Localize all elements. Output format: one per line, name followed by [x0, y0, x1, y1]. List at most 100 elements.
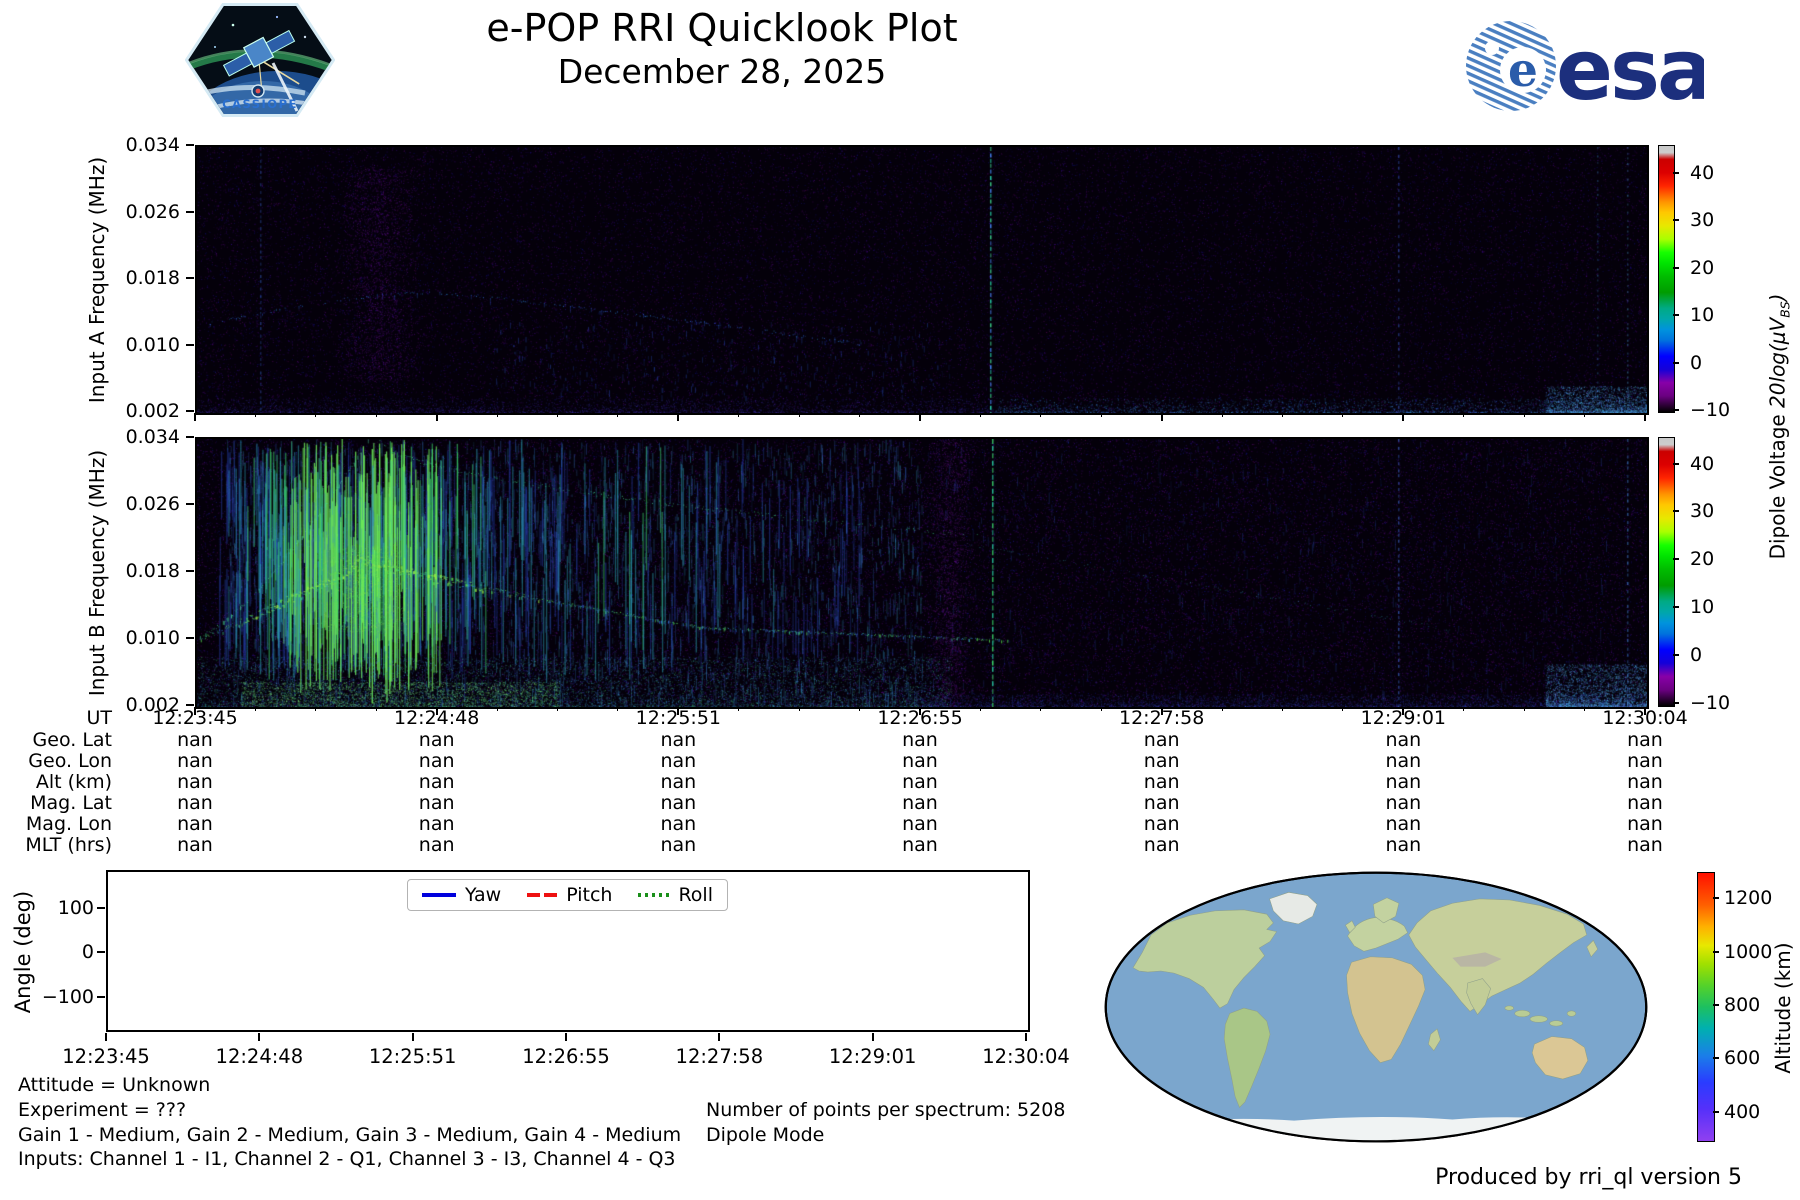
page-title: e-POP RRI Quicklook Plot: [486, 6, 958, 50]
freq-tick-label: 0.018: [125, 267, 180, 289]
ephemeris-row-label: UT: [86, 707, 112, 729]
dipole-colorbar-label: Dipole Voltage 20log(μVBS): [1765, 293, 1793, 560]
cbar-a-tick: [1673, 266, 1679, 269]
altitude-colorbar: [1697, 872, 1715, 1142]
ephemeris-row-label: Geo. Lat: [32, 729, 112, 751]
dashed-line-icon: [527, 893, 558, 897]
cbar-a-tick: [1673, 409, 1679, 411]
time-minor-tick: [557, 707, 558, 711]
time-major-tick: [435, 413, 438, 421]
cbar-a-tick-label: −10: [1690, 399, 1731, 421]
freq-tick: [186, 436, 194, 438]
ephemeris-nan-value: nan: [1143, 834, 1180, 856]
angle-xtick: [411, 1033, 414, 1041]
time-minor-tick: [1523, 413, 1525, 417]
cbar-a-tick-label: 0: [1690, 351, 1703, 374]
ephemeris-nan-value: nan: [1143, 792, 1180, 814]
angle-ytick: [97, 996, 105, 998]
cbar-b-tick-label: 10: [1690, 596, 1715, 619]
svg-text:e: e: [1508, 43, 1538, 98]
time-minor-tick: [617, 413, 619, 417]
altitude-tick: [1713, 897, 1719, 899]
freq-tick: [186, 343, 194, 346]
time-minor-tick: [798, 707, 800, 711]
freq-tick: [186, 704, 194, 706]
angle-ytick-label: 100: [57, 897, 94, 919]
ephemeris-nan-value: nan: [660, 813, 697, 835]
cbar-b-tick: [1673, 462, 1679, 465]
freq-tick-label: 0.010: [125, 333, 180, 356]
cbar-a-tick-label: 10: [1690, 304, 1715, 327]
ephemeris-nan-value: nan: [660, 729, 697, 751]
ephemeris-time-value: 12:29:01: [1360, 707, 1446, 729]
gains-text: Gain 1 - Medium, Gain 2 - Medium, Gain 3…: [18, 1124, 682, 1146]
time-major-tick: [677, 413, 680, 421]
ephemeris-nan-value: nan: [1627, 813, 1663, 835]
cbar-b-tick-label: 0: [1690, 644, 1703, 667]
freq-tick: [186, 637, 194, 639]
cbar-b-tick: [1673, 510, 1679, 513]
angle-xtick-label: 12:24:48: [215, 1045, 304, 1068]
legend-item-yaw: Yaw: [422, 884, 501, 906]
freq-tick-label: 0.026: [125, 200, 180, 223]
time-minor-tick: [1463, 413, 1465, 417]
ephemeris-nan-value: nan: [177, 750, 213, 772]
time-minor-tick: [1342, 413, 1344, 417]
cassiope-label: CASSIOPE: [222, 97, 298, 111]
plot-date: December 28, 2025: [557, 52, 887, 91]
angle-ytick-label: −100: [41, 986, 94, 1008]
ephemeris-time-value: 12:30:04: [1602, 707, 1688, 729]
freq-tick: [186, 144, 194, 146]
ephemeris-nan-value: nan: [902, 771, 938, 793]
cbar-a-tick-label: 20: [1690, 256, 1715, 279]
experiment-text: Experiment = ???: [18, 1099, 187, 1121]
ephemeris-nan-value: nan: [418, 834, 455, 856]
time-minor-tick: [1523, 707, 1525, 711]
time-minor-tick: [1282, 707, 1283, 711]
ephemeris-nan-value: nan: [1385, 792, 1422, 814]
attitude-text: Attitude = Unknown: [18, 1074, 211, 1096]
freq-tick-label: 0.018: [125, 560, 180, 582]
ephemeris-nan-value: nan: [902, 834, 938, 856]
cbar-b-tick: [1673, 702, 1679, 704]
solid-line-icon: [422, 893, 456, 897]
altitude-tick-label: 400: [1724, 1101, 1761, 1123]
produced-by-text: Produced by rri_ql version 5: [1435, 1165, 1742, 1190]
legend-label: Roll: [678, 884, 713, 906]
ephemeris-nan-value: nan: [418, 792, 455, 814]
ephemeris-row-label: MLT (hrs): [25, 834, 112, 856]
time-minor-tick: [1221, 413, 1223, 417]
ephemeris-nan-value: nan: [1385, 771, 1422, 793]
ephemeris-nan-value: nan: [902, 750, 938, 772]
altitude-tick: [1713, 1057, 1719, 1059]
altitude-tick-label: 800: [1724, 994, 1761, 1016]
freq-tick: [186, 410, 194, 412]
freq-tick-label: 0.034: [125, 426, 180, 448]
time-major-tick: [1160, 413, 1163, 421]
time-major-tick: [1644, 413, 1646, 421]
esa-logo: e esa: [1466, 21, 1704, 116]
cbar-b-tick-label: 20: [1690, 548, 1715, 571]
ephemeris-nan-value: nan: [1143, 729, 1180, 751]
ephemeris-nan-value: nan: [660, 834, 697, 856]
angle-xtick-label: 12:23:45: [62, 1045, 150, 1068]
cbar-b-tick: [1673, 654, 1679, 657]
esa-label: esa: [1556, 21, 1704, 116]
time-minor-tick: [859, 413, 861, 417]
ephemeris-nan-value: nan: [1143, 813, 1180, 835]
cbar-b-tick-label: 40: [1690, 452, 1715, 475]
ephemeris-nan-value: nan: [177, 813, 213, 835]
angle-xtick: [871, 1033, 874, 1041]
angle-xtick-label: 12:27:58: [675, 1045, 764, 1068]
angle-xtick: [258, 1033, 261, 1041]
altitude-tick: [1713, 1111, 1719, 1113]
antarctica: [1135, 1116, 1617, 1142]
time-minor-tick: [254, 413, 256, 417]
legend-label: Pitch: [566, 884, 613, 906]
rri-quicklook-figure: CASSIOPE e esa e-POP RRI Quicklook Plot …: [0, 0, 1800, 1200]
ephemeris-nan-value: nan: [177, 771, 213, 793]
altitude-tick-label: 1000: [1724, 941, 1773, 963]
input-b-spectrogram: [195, 437, 1649, 709]
cbar-a-tick: [1673, 314, 1679, 317]
ephemeris-time-value: 12:26:55: [877, 707, 963, 729]
